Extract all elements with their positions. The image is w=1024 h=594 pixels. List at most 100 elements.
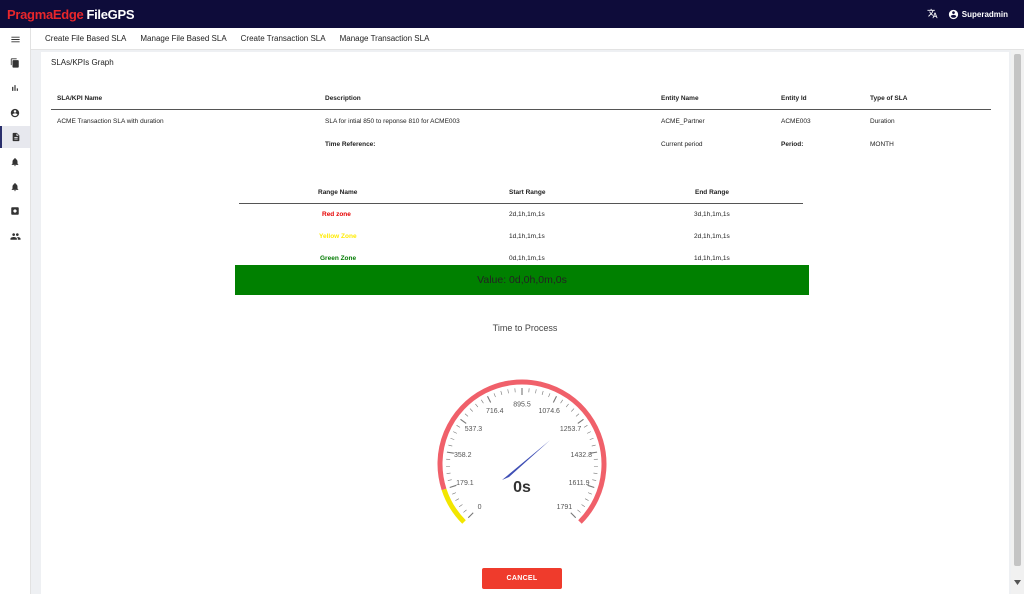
gauge-tick-label: 1791 <box>557 504 573 511</box>
cell-sla-type: Duration <box>870 118 895 125</box>
nav-manage-file-sla[interactable]: Manage File Based SLA <box>140 34 226 43</box>
top-bar-actions: Superadmin <box>927 0 1008 28</box>
range-divider <box>239 203 803 204</box>
gauge-minor-tick <box>481 399 484 404</box>
gauge-value-label: 0s <box>513 479 531 496</box>
gauge-needle <box>502 440 551 480</box>
range-end-green: 1d,1h,1m,1s <box>694 255 730 262</box>
gauge-minor-tick <box>589 437 594 440</box>
period-value: MONTH <box>870 141 894 148</box>
brand-name-part1: PragmaEdge <box>7 6 84 22</box>
menu-icon[interactable] <box>0 28 30 50</box>
scroll-down-icon[interactable] <box>1014 580 1021 585</box>
gauge-major-tick <box>577 418 584 424</box>
chart-title: Time to Process <box>492 323 558 333</box>
cell-entity-name: ACME_Partner <box>661 118 705 125</box>
page-scrollbar[interactable] <box>1011 50 1024 594</box>
brand-name-part2: FileGPS <box>86 6 135 22</box>
gauge-minor-tick <box>450 437 455 440</box>
nav-manage-transaction-sla[interactable]: Manage Transaction SLA <box>340 34 430 43</box>
bar-chart-icon[interactable] <box>0 77 30 99</box>
time-reference-label: Time Reference: <box>325 141 376 148</box>
main-content: SLAs/KPIs Graph SLA/KPI Name Description… <box>41 52 1009 594</box>
gauge-major-tick <box>487 396 492 403</box>
gauge-tick-label: 1611.9 <box>569 480 590 487</box>
account-icon[interactable] <box>0 102 30 124</box>
gauge-minor-tick <box>469 408 473 412</box>
gauge-minor-tick <box>541 390 544 395</box>
gauge-minor-tick <box>458 504 463 507</box>
gauge-tick-label: 1253.7 <box>560 426 582 433</box>
gauge-tick-label: 358.2 <box>454 452 472 459</box>
gauge-minor-tick <box>591 444 596 447</box>
bell-alert-icon[interactable] <box>0 176 30 198</box>
nav-create-file-sla[interactable]: Create File Based SLA <box>45 34 126 43</box>
range-name-red: Red zone <box>322 211 351 218</box>
gauge-major-tick <box>467 512 474 519</box>
range-end-yellow: 2d,1h,1m,1s <box>694 233 730 240</box>
gauge-major-tick <box>552 396 557 403</box>
gauge-minor-tick <box>464 413 469 417</box>
settings-box-icon[interactable] <box>0 200 30 222</box>
user-name: Superadmin <box>961 9 1008 19</box>
file-icon[interactable] <box>0 52 30 74</box>
gauge-tick-label: 895.5 <box>513 402 531 409</box>
value-bar: Value: 0d,0h,0m,0s <box>235 265 809 295</box>
gauge-minor-tick <box>475 403 479 408</box>
gauge-minor-tick <box>560 399 563 404</box>
cell-description: SLA for intial 850 to reponse 810 for AC… <box>325 118 460 125</box>
nav-create-transaction-sla[interactable]: Create Transaction SLA <box>241 34 326 43</box>
gauge-minor-tick <box>455 498 460 501</box>
gauge-minor-tick <box>448 444 453 447</box>
header-sla-name: SLA/KPI Name <box>57 95 103 102</box>
header-entity-name: Entity Name <box>661 95 699 102</box>
gauge-minor-tick <box>571 408 575 412</box>
header-range-name: Range Name <box>318 189 358 196</box>
header-sla-type: Type of SLA <box>870 95 908 102</box>
gauge-minor-tick <box>577 509 581 513</box>
range-start-green: 0d,1h,1m,1s <box>509 255 545 262</box>
gauge-minor-tick <box>593 472 598 474</box>
gauge-major-tick <box>446 451 454 454</box>
gauge-minor-tick <box>452 492 457 495</box>
gauge-major-tick <box>460 418 467 424</box>
header-start-range: Start Range <box>509 189 546 196</box>
bell-icon[interactable] <box>0 151 30 173</box>
gauge-tick-label: 1074.6 <box>539 408 561 415</box>
sidebar <box>0 28 31 594</box>
cancel-button[interactable]: CANCEL <box>482 568 562 589</box>
translate-icon[interactable] <box>927 8 938 21</box>
time-to-process-gauge: 0 179.1 358.2 537.3 716.4 895.5 1074.6 1253.7 14… <box>437 379 607 524</box>
range-start-yellow: 1d,1h,1m,1s <box>509 233 545 240</box>
scrollbar-thumb[interactable] <box>1014 54 1021 566</box>
gauge-minor-tick <box>592 479 597 481</box>
gauge-tick-label: 716.4 <box>486 408 504 415</box>
gauge-minor-tick <box>535 389 537 394</box>
gauge-minor-tick <box>456 425 461 428</box>
gauge-minor-tick <box>587 431 591 434</box>
top-bar: PragmaEdge FileGPS Superadmin <box>0 0 1024 28</box>
gauge-minor-tick <box>447 479 452 481</box>
header-entity-id: Entity Id <box>781 95 807 102</box>
gauge-minor-tick <box>575 413 580 417</box>
sla-nav-bar: Create File Based SLA Manage File Based … <box>31 28 1024 50</box>
gauge-minor-tick <box>453 431 457 434</box>
gauge-minor-tick <box>493 393 496 398</box>
period-label: Period: <box>781 141 804 148</box>
header-end-range: End Range <box>695 189 729 196</box>
table-divider <box>51 109 991 110</box>
gauge-minor-tick <box>507 389 509 394</box>
gauge-tick-label: 1432.8 <box>571 452 593 459</box>
gauge-major-tick <box>570 512 577 519</box>
gauge-minor-tick <box>581 504 586 507</box>
gauge-minor-tick <box>446 472 451 474</box>
range-name-green: Green Zone <box>320 255 357 262</box>
gauge-tick-label: 179.1 <box>456 480 474 487</box>
gauge-minor-tick <box>584 498 589 501</box>
brand-logo[interactable]: PragmaEdge FileGPS <box>7 6 135 22</box>
user-menu[interactable]: Superadmin <box>948 9 1008 20</box>
range-name-yellow: Yellow Zone <box>319 233 357 240</box>
document-icon[interactable] <box>0 126 30 148</box>
people-icon[interactable] <box>0 225 30 247</box>
account-circle-icon <box>948 9 958 19</box>
